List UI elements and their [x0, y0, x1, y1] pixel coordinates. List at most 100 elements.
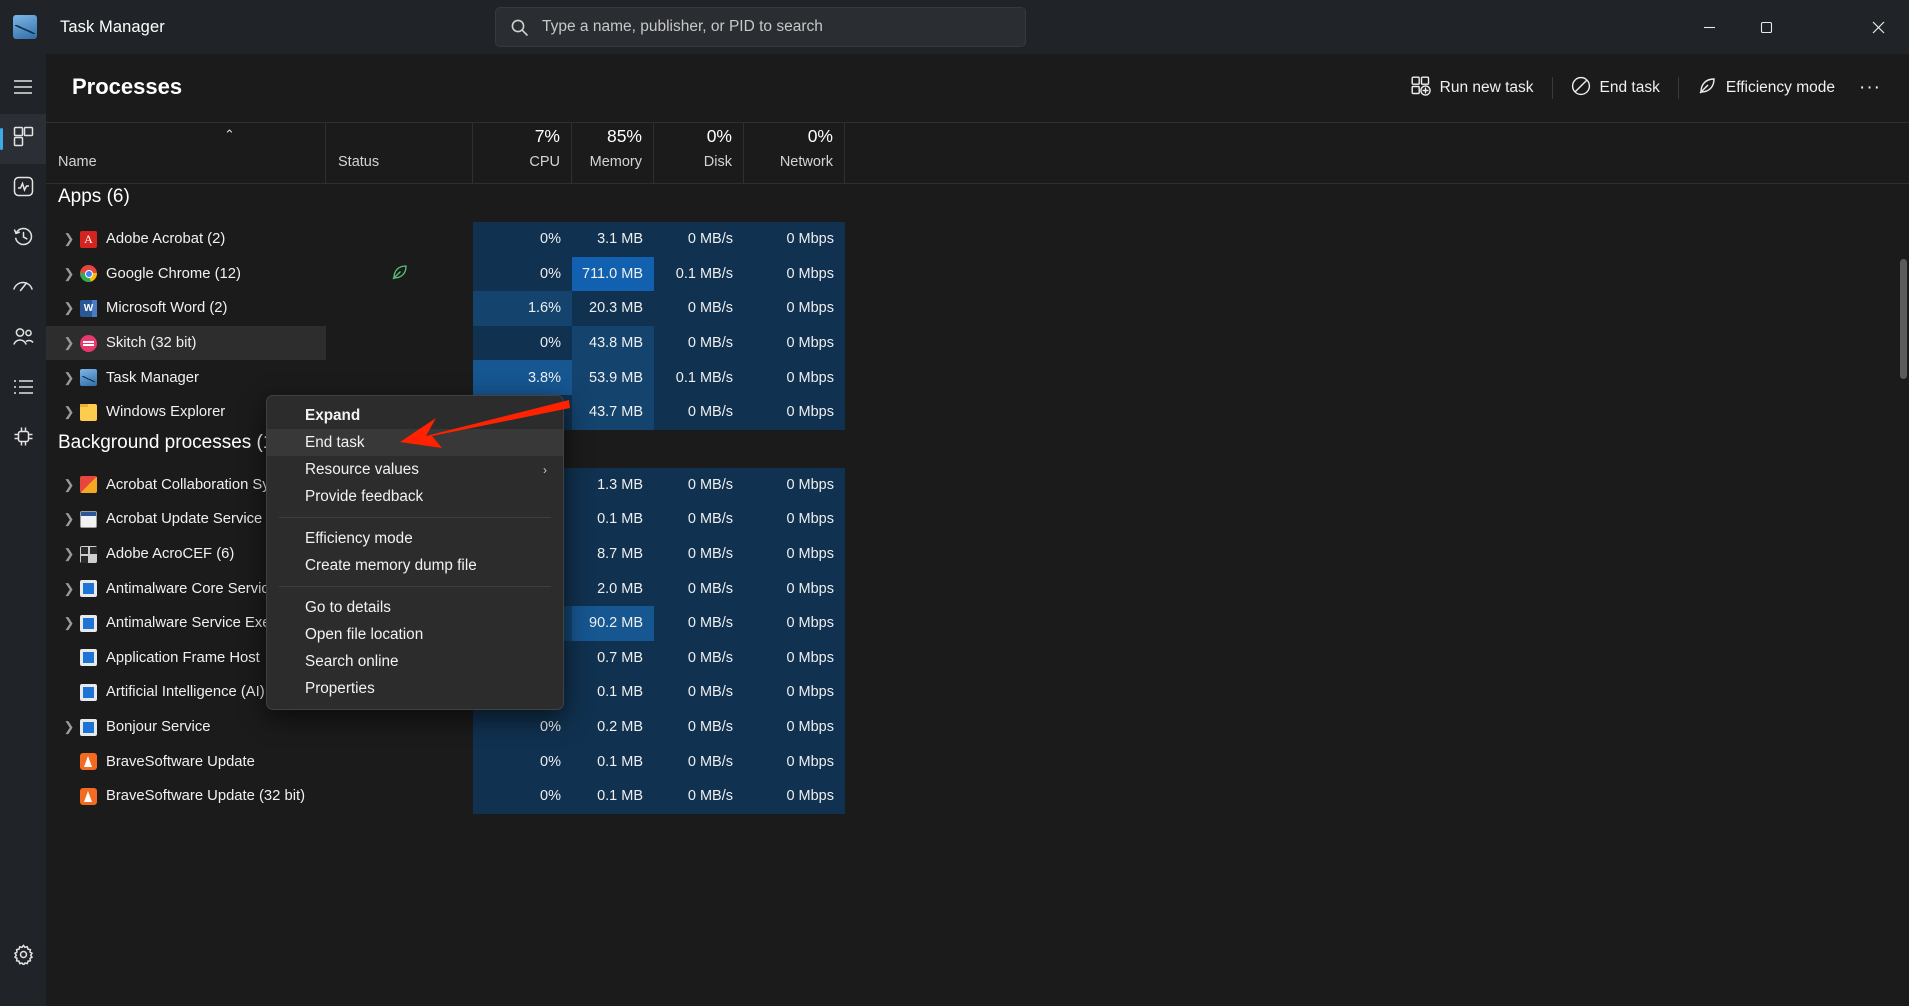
chevron-right-icon[interactable]: ❯: [58, 300, 80, 316]
context-menu-item-search-online[interactable]: Search online: [267, 648, 563, 675]
context-menu-item-label: Provide feedback: [305, 487, 424, 505]
process-memory-cell: 0.2 MB: [572, 709, 654, 745]
process-name-label: Adobe AcroCEF (6): [106, 546, 235, 563]
column-header-cpu[interactable]: 7% CPU: [473, 123, 572, 184]
process-name-cell[interactable]: BraveSoftware Update (32 bit): [46, 779, 326, 814]
column-header-network[interactable]: 0% Network: [744, 123, 845, 184]
table-row[interactable]: ❯ Microsoft Word (2) 1.6%20.3 MB0 MB/s0 Mb…: [46, 291, 1909, 326]
chevron-right-icon[interactable]: ❯: [58, 719, 80, 735]
context-menu-item-efficiency-mode[interactable]: Efficiency mode: [267, 525, 563, 552]
process-name-cell[interactable]: ❯ Task Manager: [46, 360, 326, 395]
context-menu-item-create-memory-dump-file[interactable]: Create memory dump file: [267, 552, 563, 579]
column-header-memory[interactable]: 85% Memory: [572, 123, 654, 184]
table-row[interactable]: BraveSoftware Update 0% 0.1 MB 0 MB/s 0 Mbps: [46, 744, 1909, 779]
table-row[interactable]: ❯ Skitch (32 bit) 0% 43.8 MB 0 MB/s 0 Mbps: [46, 325, 1909, 361]
run-new-task-button[interactable]: Run new task: [1397, 68, 1548, 108]
process-disk-cell: 0 MB/s: [654, 605, 744, 641]
sidebar-item-settings[interactable]: [0, 932, 46, 982]
column-header-name[interactable]: Name: [46, 123, 326, 184]
process-name-cell[interactable]: ❯ Adobe Acrobat (2): [46, 222, 326, 257]
chevron-right-icon[interactable]: ❯: [58, 266, 80, 282]
sidebar-item-users[interactable]: [0, 314, 46, 364]
more-options-button[interactable]: ···: [1849, 68, 1891, 108]
process-memory-cell: 0.1 MB: [572, 778, 654, 814]
process-disk-cell: 0 MB/s: [654, 571, 744, 606]
process-network-cell: 0 Mbps: [744, 467, 845, 503]
sidebar-item-startup-apps[interactable]: [0, 264, 46, 314]
process-name-label: Skitch (32 bit): [106, 335, 197, 352]
chevron-right-icon[interactable]: ❯: [58, 615, 80, 631]
context-menu-item-expand[interactable]: Expand: [267, 402, 563, 429]
defender-icon: [80, 614, 97, 632]
sidebar: [0, 54, 46, 1006]
context-menu-item-open-file-location[interactable]: Open file location: [267, 621, 563, 648]
process-disk-cell: 0 MB/s: [654, 744, 744, 779]
context-menu-separator: [279, 586, 551, 587]
chevron-right-icon[interactable]: ❯: [58, 370, 80, 386]
process-memory-cell: 43.8 MB: [572, 325, 654, 361]
process-name-cell[interactable]: ❯ Microsoft Word (2): [46, 291, 326, 326]
process-network-cell: 0 Mbps: [744, 675, 845, 710]
brave-icon: [80, 753, 97, 771]
context-menu-item-resource-values[interactable]: Resource values ›: [267, 456, 563, 483]
chevron-right-icon[interactable]: ❯: [58, 404, 80, 420]
sidebar-item-services[interactable]: [0, 414, 46, 464]
context-menu-item-provide-feedback[interactable]: Provide feedback: [267, 483, 563, 510]
sidebar-item-processes[interactable]: [0, 114, 46, 164]
app-title: Task Manager: [60, 17, 165, 36]
chevron-right-icon[interactable]: ❯: [58, 581, 80, 597]
table-row[interactable]: ❯ Task Manager 3.8% 53.9 MB 0.1 MB/s 0 Mbps: [46, 360, 1909, 395]
users-icon: [12, 327, 34, 352]
chevron-right-icon[interactable]: ❯: [58, 335, 80, 351]
minimize-button[interactable]: [1681, 0, 1738, 54]
column-label-status: Status: [338, 154, 380, 170]
end-task-button[interactable]: End task: [1557, 68, 1674, 108]
table-row[interactable]: ❯ Adobe Acrobat (2) 0%3.1 MB0 MB/s0 Mbps: [46, 222, 1909, 257]
process-name-cell[interactable]: ❯ Skitch (32 bit): [46, 325, 326, 361]
empty-cell: [572, 184, 654, 222]
efficiency-mode-button[interactable]: Efficiency mode: [1683, 68, 1849, 108]
process-network-cell: 0 Mbps: [744, 778, 845, 814]
context-menu-item-properties[interactable]: Properties: [267, 675, 563, 702]
process-cpu-cell: 0%: [473, 709, 572, 745]
process-disk-cell: 0.1 MB/s: [654, 360, 744, 395]
column-header-status[interactable]: Status: [326, 123, 473, 184]
context-menu-item-end-task[interactable]: End task: [267, 429, 563, 456]
end-task-icon: [1571, 76, 1591, 101]
search-box[interactable]: [495, 7, 1026, 47]
search-input[interactable]: [542, 18, 1025, 36]
sidebar-item-hamburger[interactable]: [0, 64, 46, 114]
context-menu[interactable]: Expand End task Resource values › Provide fe…: [266, 395, 564, 710]
process-network-cell: 0 Mbps: [744, 291, 845, 326]
column-label-disk: Disk: [703, 154, 732, 170]
process-memory-cell: 43.7 MB: [572, 394, 654, 430]
scrollbar-thumb[interactable]: [1900, 259, 1907, 379]
performance-icon: [13, 176, 34, 202]
vertical-scrollbar[interactable]: [1898, 184, 1909, 1006]
chevron-right-icon: ›: [543, 462, 547, 477]
column-label-network: Network: [779, 154, 833, 170]
process-name-cell[interactable]: BraveSoftware Update: [46, 744, 326, 779]
close-button[interactable]: [1847, 0, 1909, 54]
table-row[interactable]: BraveSoftware Update (32 bit) 0% 0.1 MB 0 M…: [46, 778, 1909, 814]
process-name-label: Acrobat Update Service: [106, 511, 263, 528]
run-new-task-label: Run new task: [1439, 79, 1534, 96]
process-network-cell: 0 Mbps: [744, 605, 845, 641]
process-name-cell[interactable]: ❯ Google Chrome (12): [46, 257, 326, 292]
chevron-right-icon[interactable]: ❯: [58, 546, 80, 562]
maximize-button[interactable]: [1738, 0, 1795, 54]
sidebar-item-details[interactable]: [0, 364, 46, 414]
chevron-right-icon[interactable]: ❯: [58, 511, 80, 527]
efficiency-leaf-icon: [390, 263, 409, 285]
process-name-label: Bonjour Service: [106, 719, 211, 736]
process-memory-cell: 0.1 MB: [572, 744, 654, 779]
context-menu-item-go-to-details[interactable]: Go to details: [267, 594, 563, 621]
column-header-disk[interactable]: 0% Disk: [654, 123, 744, 184]
process-name-cell[interactable]: ❯ Bonjour Service: [46, 710, 326, 745]
sidebar-item-app-history[interactable]: [0, 214, 46, 264]
chevron-right-icon[interactable]: ❯: [58, 477, 80, 493]
sidebar-item-performance[interactable]: [0, 164, 46, 214]
table-row[interactable]: ❯ Bonjour Service 0% 0.2 MB 0 MB/s 0 Mbps: [46, 709, 1909, 745]
table-row[interactable]: ❯ Google Chrome (12) 0% 711.0 MB 0.1 MB/s 0 M…: [46, 256, 1909, 292]
chevron-right-icon[interactable]: ❯: [58, 231, 80, 247]
